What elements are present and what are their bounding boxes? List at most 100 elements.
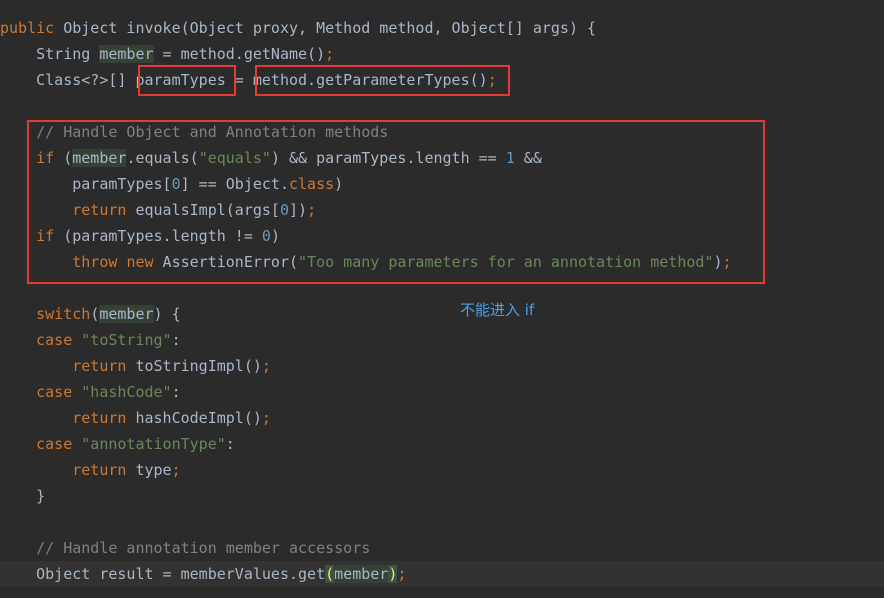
member-variable-highlight: member	[72, 149, 127, 167]
code-text: }	[36, 487, 46, 505]
code-text: )	[270, 227, 280, 245]
code-text: (paramTypes.length !=	[54, 227, 262, 245]
semicolon: ;	[307, 201, 317, 219]
code-line-15[interactable]: case "hashCode":	[0, 379, 884, 405]
code-text: equalsImpl(args[	[126, 201, 280, 219]
code-comment: // Handle Object and Annotation methods	[36, 123, 389, 141]
code-line-18[interactable]: return type;	[0, 457, 884, 483]
code-text: = method.getName()	[153, 45, 326, 63]
code-line-7[interactable]: paramTypes[0] == Object.class)	[0, 171, 884, 197]
string-literal: "toString"	[81, 331, 172, 349]
number-literal: 0	[171, 175, 181, 193]
number-literal: 0	[279, 201, 289, 219]
code-text: AssertionError(	[153, 253, 299, 271]
code-line-2[interactable]: String member = method.getName();	[0, 41, 884, 67]
code-text: Object invoke(Object proxy, Method metho…	[54, 19, 597, 37]
number-literal: 1	[505, 149, 515, 167]
semicolon: ;	[487, 71, 497, 89]
keyword: new	[126, 253, 154, 271]
code-line-17[interactable]: case "annotationType":	[0, 431, 884, 457]
code-editor[interactable]: public Object invoke(Object proxy, Metho…	[0, 0, 884, 598]
code-comment: // Handle annotation member accessors	[36, 539, 371, 557]
annotation-note: 不能进入 if	[460, 301, 535, 319]
code-line-1[interactable]: public Object invoke(Object proxy, Metho…	[0, 15, 884, 41]
string-literal: "annotationType"	[81, 435, 226, 453]
code-line-12[interactable]: switch(member) {	[0, 301, 884, 327]
keyword: case	[36, 331, 73, 349]
code-text: type	[126, 461, 172, 479]
matched-brace-highlight: )	[388, 565, 398, 583]
code-text: String	[36, 45, 100, 63]
code-text: ) {	[153, 305, 181, 323]
keyword: public	[0, 19, 55, 37]
keyword: class	[289, 175, 335, 193]
string-literal: "equals"	[198, 149, 271, 167]
code-text: Class<?>[]	[36, 71, 136, 89]
code-line-6[interactable]: if (member.equals("equals") && paramType…	[0, 145, 884, 171]
code-text: ) && paramTypes.length ==	[270, 149, 506, 167]
code-line-5[interactable]: // Handle Object and Annotation methods	[0, 119, 884, 145]
code-line-3[interactable]: Class<?>[] paramTypes = method.getParame…	[0, 67, 884, 93]
keyword: if	[36, 149, 55, 167]
semicolon: ;	[171, 461, 181, 479]
code-text: (	[90, 305, 100, 323]
semicolon: ;	[325, 45, 335, 63]
code-text: =	[225, 71, 253, 89]
code-text: ])	[289, 201, 308, 219]
keyword: return	[72, 409, 127, 427]
get-parameter-types-call: method.getParameterTypes()	[252, 71, 488, 89]
keyword: return	[72, 201, 127, 219]
semicolon: ;	[261, 409, 271, 427]
member-variable-highlight: member	[99, 45, 154, 63]
semicolon: ;	[722, 253, 732, 271]
code-text: :	[171, 383, 181, 401]
code-text: ] == Object.	[180, 175, 289, 193]
code-line-8[interactable]: return equalsImpl(args[0]);	[0, 197, 884, 223]
code-line-16[interactable]: return hashCodeImpl();	[0, 405, 884, 431]
code-line-13[interactable]: case "toString":	[0, 327, 884, 353]
code-text: hashCodeImpl()	[126, 409, 262, 427]
number-literal: 0	[261, 227, 271, 245]
member-variable-highlight: member	[334, 565, 389, 583]
code-line-21[interactable]: // Handle annotation member accessors	[0, 535, 884, 561]
param-types-variable: paramTypes	[135, 71, 226, 89]
code-text: (	[54, 149, 73, 167]
code-text: Object result = memberValues.get	[36, 565, 326, 583]
code-text: .equals(	[126, 149, 199, 167]
code-text: :	[225, 435, 235, 453]
keyword: switch	[36, 305, 91, 323]
code-text: toStringImpl()	[126, 357, 262, 375]
string-literal: "Too many parameters for an annotation m…	[298, 253, 714, 271]
code-line-10[interactable]: throw new AssertionError("Too many param…	[0, 249, 884, 275]
semicolon: ;	[261, 357, 271, 375]
code-line-22-current[interactable]: Object result = memberValues.get(member)…	[0, 561, 884, 587]
matched-brace-highlight: (	[325, 565, 335, 583]
code-line-14[interactable]: return toStringImpl();	[0, 353, 884, 379]
keyword: return	[72, 357, 127, 375]
code-line-19[interactable]: }	[0, 483, 884, 509]
code-text: paramTypes[	[72, 175, 172, 193]
keyword: case	[36, 435, 73, 453]
code-line-9[interactable]: if (paramTypes.length != 0)	[0, 223, 884, 249]
code-text: :	[171, 331, 181, 349]
code-text: &&	[514, 149, 542, 167]
